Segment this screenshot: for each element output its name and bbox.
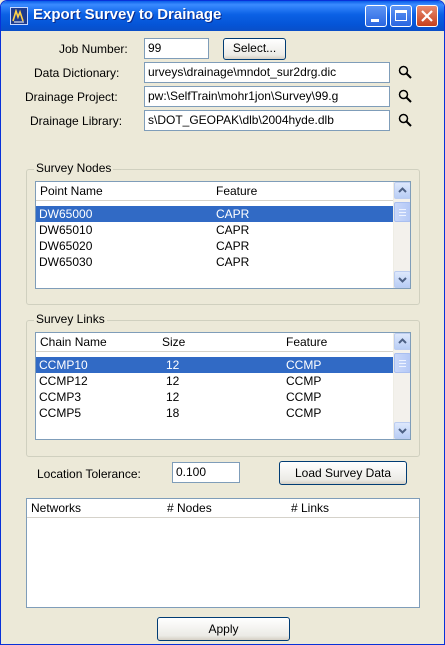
- survey-nodes-title: Survey Nodes: [34, 161, 114, 175]
- list-item[interactable]: CCMP10 12 CCMP: [36, 357, 393, 373]
- survey-links-scrollbar[interactable]: [393, 333, 410, 439]
- job-number-label: Job Number:: [59, 42, 128, 56]
- survey-links-title: Survey Links: [34, 312, 107, 326]
- scroll-up-button[interactable]: [394, 333, 410, 350]
- column-feature[interactable]: Feature: [286, 335, 327, 349]
- chevron-down-icon: [398, 428, 407, 434]
- networks-header: Networks # Nodes # Links: [27, 499, 419, 518]
- list-item[interactable]: CCMP5 18 CCMP: [36, 405, 393, 421]
- minimize-icon: [371, 19, 379, 22]
- scroll-down-button[interactable]: [394, 422, 410, 439]
- location-tolerance-field[interactable]: 0.100: [172, 462, 240, 483]
- magnifier-icon[interactable]: [397, 64, 413, 80]
- job-number-field[interactable]: 99: [144, 38, 209, 59]
- survey-links-header: Chain Name Size Feature: [36, 333, 410, 352]
- load-survey-data-button[interactable]: Load Survey Data: [279, 461, 407, 485]
- select-job-button[interactable]: Select...: [223, 38, 286, 60]
- magnifier-icon[interactable]: [397, 112, 413, 128]
- scroll-up-button[interactable]: [394, 182, 410, 199]
- column-links[interactable]: # Links: [291, 501, 329, 515]
- column-networks[interactable]: Networks: [31, 501, 81, 515]
- list-item[interactable]: CCMP3 12 CCMP: [36, 389, 393, 405]
- column-nodes[interactable]: # Nodes: [167, 501, 212, 515]
- chevron-up-icon: [398, 338, 407, 344]
- survey-links-list[interactable]: Chain Name Size Feature CCMP10 12 CCMP C…: [35, 332, 411, 440]
- magnifier-icon[interactable]: [397, 88, 413, 104]
- drainage-project-field[interactable]: pw:\SelfTrain\mohr1jon\Survey\99.g: [144, 86, 390, 107]
- scroll-thumb[interactable]: [394, 202, 410, 222]
- list-item[interactable]: CCMP12 12 CCMP: [36, 373, 393, 389]
- window-title: Export Survey to Drainage: [33, 6, 222, 23]
- title-bar[interactable]: Export Survey to Drainage: [1, 1, 444, 31]
- chevron-up-icon: [398, 187, 407, 193]
- location-tolerance-label: Location Tolerance:: [37, 467, 141, 481]
- list-item[interactable]: DW65020 CAPR: [36, 238, 393, 254]
- data-dictionary-field[interactable]: urveys\drainage\mndot_sur2drg.dic: [144, 62, 390, 83]
- survey-nodes-list[interactable]: Point Name Feature DW65000 CAPR DW65010 …: [35, 181, 411, 289]
- drainage-project-label: Drainage Project:: [25, 90, 118, 104]
- survey-drainage-icon: [10, 7, 28, 25]
- survey-nodes-scrollbar[interactable]: [393, 182, 410, 288]
- column-feature[interactable]: Feature: [216, 184, 257, 198]
- data-dictionary-label: Data Dictionary:: [34, 66, 120, 80]
- export-survey-dialog: Export Survey to Drainage Job Number: 99…: [0, 0, 445, 645]
- close-icon: [421, 10, 433, 22]
- column-size[interactable]: Size: [162, 335, 185, 349]
- list-item[interactable]: DW65030 CAPR: [36, 254, 393, 270]
- scroll-thumb[interactable]: [394, 353, 410, 373]
- survey-nodes-header: Point Name Feature: [36, 182, 410, 201]
- maximize-button[interactable]: [390, 5, 412, 27]
- apply-button[interactable]: Apply: [157, 617, 290, 641]
- chevron-down-icon: [398, 277, 407, 283]
- minimize-button[interactable]: [365, 5, 387, 27]
- close-button[interactable]: [416, 5, 438, 27]
- list-item[interactable]: DW65010 CAPR: [36, 222, 393, 238]
- scroll-down-button[interactable]: [394, 271, 410, 288]
- column-chain-name[interactable]: Chain Name: [40, 335, 107, 349]
- list-item[interactable]: DW65000 CAPR: [36, 206, 393, 222]
- column-point-name[interactable]: Point Name: [40, 184, 103, 198]
- networks-list[interactable]: Networks # Nodes # Links: [26, 498, 420, 608]
- maximize-icon: [395, 10, 407, 21]
- drainage-library-field[interactable]: s\DOT_GEOPAK\dlb\2004hyde.dlb: [144, 110, 390, 131]
- drainage-library-label: Drainage Library:: [30, 114, 123, 128]
